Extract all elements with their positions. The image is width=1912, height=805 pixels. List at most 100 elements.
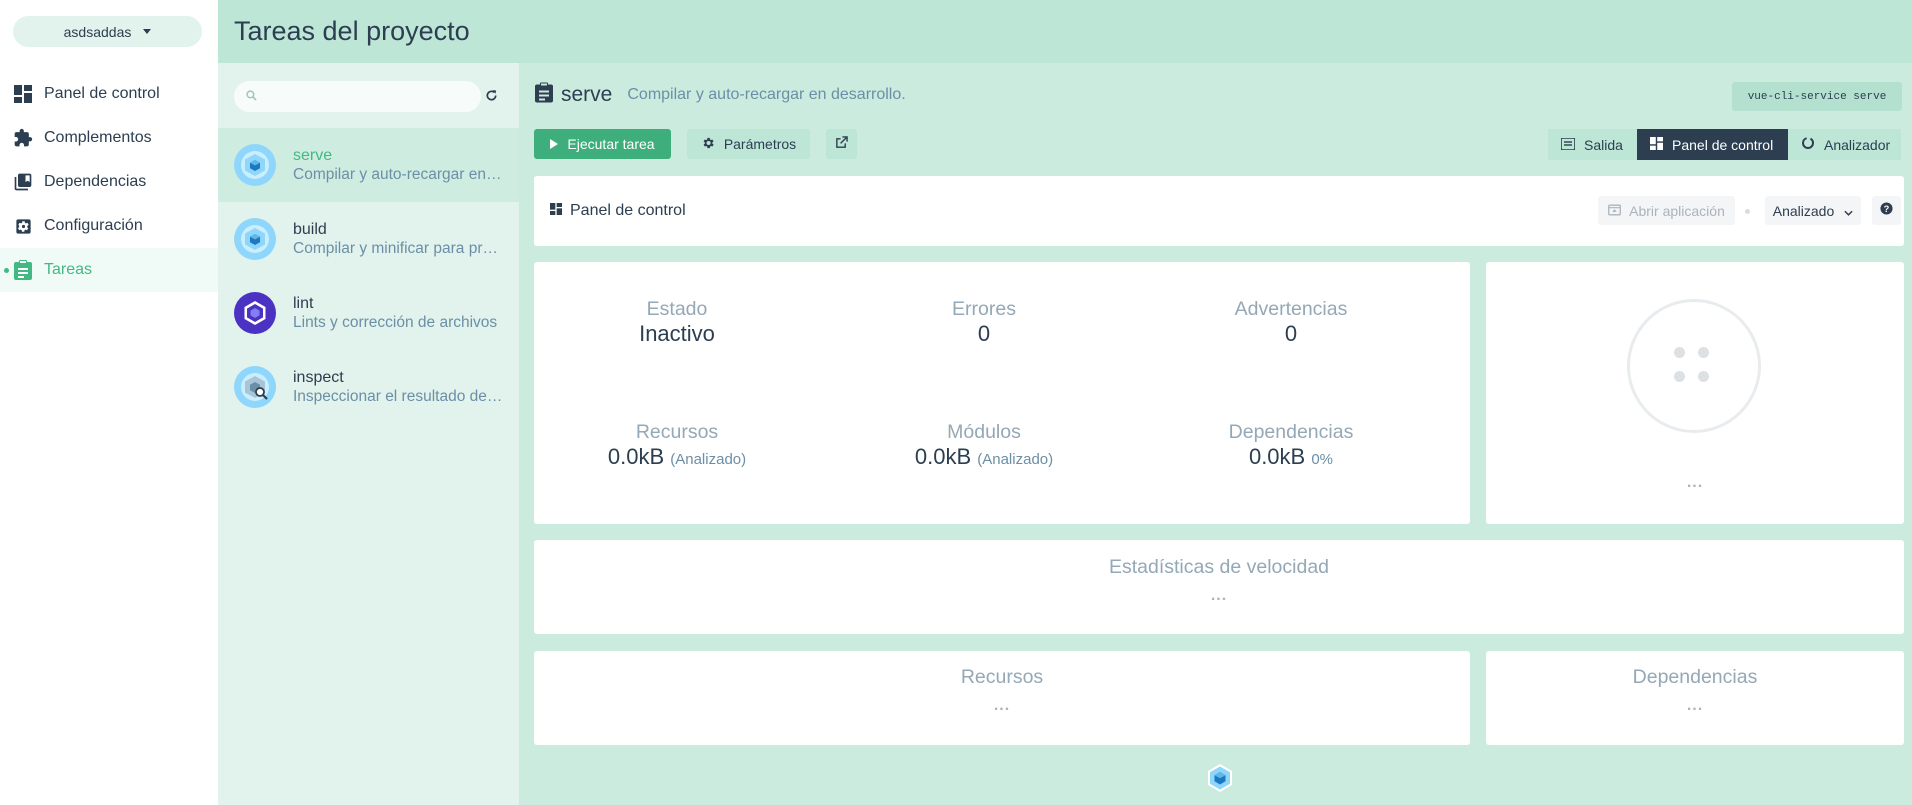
speed-stats-placeholder: ... [1210,587,1228,604]
assets-card: Recursos ... [534,651,1470,745]
task-name: lint [293,294,314,312]
puzzle-icon [13,128,33,148]
top-header: Tareas del proyecto [218,0,1912,63]
task-description: Lints y corrección de archivos [293,313,498,331]
webpack-icon [234,144,276,186]
open-in-new-icon [835,136,848,152]
nav-item-label: Tareas [44,261,93,278]
dependencies-card: Dependencias ... [1486,651,1904,745]
project-name: asdsaddas [63,23,132,40]
list-icon [1560,136,1576,153]
refresh-icon [485,89,498,107]
run-task-button[interactable]: Ejecutar tarea [534,129,671,159]
task-item-build[interactable]: build Compilar y minificar para producci… [218,202,519,276]
speed-stats-title: Estadísticas de velocidad [1108,556,1330,578]
tab-analyzer[interactable]: Analizador [1788,129,1901,160]
dashboard-title-label: Panel de control [570,202,686,219]
search-box [234,81,481,112]
dot-icon [1674,347,1685,358]
task-description: Inspeccionar el resultado de la configur… [293,387,503,405]
stat-value: Inactivo [639,321,715,346]
nav-item-dashboard[interactable]: Panel de control [0,72,218,116]
page-title: Tareas del proyecto [234,16,470,46]
tab-dashboard[interactable]: Panel de control [1637,129,1788,160]
stat-unit: (Analizado) [977,451,1054,468]
tab-output-label: Salida [1584,136,1623,153]
tab-analyzer-label: Analizador [1824,136,1891,153]
stat-unit: (Analizado) [670,451,747,468]
task-name: inspect [293,368,344,386]
assets-placeholder: ... [993,697,1011,714]
task-description: Compilar y minificar para producción [293,239,503,257]
help-icon: ? [1880,201,1893,220]
stat-value-row: 0.0kB (Analizado) [834,444,1134,473]
gear-icon [701,136,715,153]
mode-value: Analizado [1772,202,1835,219]
stat-label: Dependencias [1228,421,1354,443]
stat-status: Estado Inactivo [527,297,827,347]
task-subtitle: Compilar y auto-recargar en desarrollo. [627,86,906,103]
progress-card: ... [1486,262,1904,524]
nav-item-dependencies[interactable]: Dependencias [0,160,218,204]
task-item-inspect[interactable]: inspect Inspeccionar el resultado de la … [218,350,519,424]
search-input[interactable] [265,88,475,105]
settings-icon [13,216,33,236]
view-switcher: Salida Panel de control Analizador [1548,129,1901,160]
webpack-inspect-icon [234,366,276,408]
stats-card: Estado Inactivo Errores 0 Advertencias 0… [534,262,1470,524]
eslint-icon [234,292,276,334]
dependencies-placeholder: ... [1686,697,1704,714]
task-meta: serve Compilar y auto-recargar en desarr… [293,147,503,184]
dashboard-icon [1650,136,1663,153]
stat-value-row: 0.0kB (Analizado) [527,444,827,473]
chevron-down-icon [143,29,152,34]
donut-icon [1801,136,1815,153]
refresh-button[interactable] [477,84,505,112]
stat-value-row: 0.0kB 0% [1141,444,1441,473]
progress-ring [1627,299,1761,433]
task-name: serve [293,146,333,164]
nav-item-plugins[interactable]: Complementos [0,116,218,160]
nav-item-configuration[interactable]: Configuración [0,204,218,248]
tab-output[interactable]: Salida [1548,129,1637,160]
dot-icon [1698,347,1709,358]
nav-item-label: Panel de control [44,85,160,102]
task-name: build [293,220,327,238]
help-button[interactable]: ? [1872,196,1901,225]
command-badge: vue-cli-service serve [1732,82,1902,111]
task-list-panel: serve Compilar y auto-recargar en desarr… [218,63,519,805]
stat-label: Advertencias [1234,298,1348,320]
open-app-button[interactable]: Abrir aplicación [1598,196,1735,225]
nav-item-tasks[interactable]: Tareas [0,248,218,292]
svg-text:?: ? [1884,203,1890,213]
library-books-icon [13,172,33,192]
dashboard-icon [13,84,33,104]
stat-errors: Errores 0 [834,297,1134,347]
stat-value: 0 [1284,321,1298,346]
speed-stats-card: Estadísticas de velocidad ... [534,540,1904,634]
nav-item-label: Configuración [44,217,143,234]
project-selector[interactable]: asdsaddas [13,16,202,47]
dependencies-title: Dependencias [1632,666,1758,688]
parameters-label: Parámetros [723,136,797,152]
parameters-button[interactable]: Parámetros [687,129,810,159]
chevron-down-icon [1844,203,1853,219]
task-item-serve[interactable]: serve Compilar y auto-recargar en desarr… [218,128,519,202]
webpack-icon [234,218,276,260]
assignment-icon [535,82,553,108]
stat-dependencies: Dependencias 0.0kB 0% [1141,420,1441,473]
mode-select[interactable]: Analizado [1765,196,1861,225]
task-title: serve [561,83,613,106]
stat-label: Errores [952,298,1016,320]
stat-value: 0.0kB [1248,444,1306,469]
progress-placeholder: ... [1686,474,1704,491]
task-item-lint[interactable]: lint Lints y corrección de archivos [218,276,519,350]
open-in-new-button[interactable] [826,129,857,159]
stat-assets: Recursos 0.0kB (Analizado) [527,420,827,473]
dot-icon [1698,371,1709,382]
stat-value: 0.0kB [914,444,972,469]
stat-label: Recursos [635,421,719,443]
active-indicator [4,268,9,273]
stat-modules: Módulos 0.0kB (Analizado) [834,420,1134,473]
nav-item-label: Complementos [44,129,152,146]
